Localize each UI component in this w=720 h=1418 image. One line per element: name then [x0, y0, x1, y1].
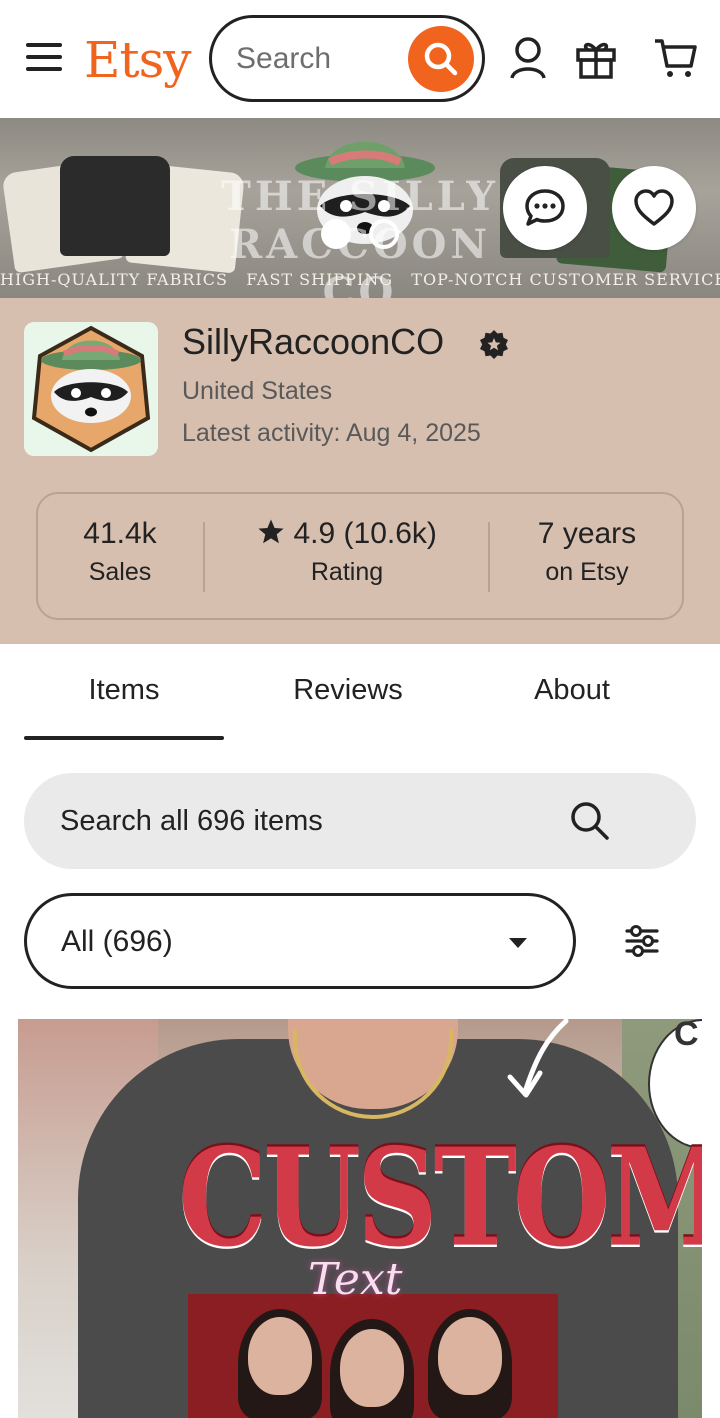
cart-icon	[655, 39, 697, 77]
stat-years: 7 years on Etsy	[490, 494, 684, 618]
menu-button[interactable]	[24, 41, 64, 75]
heart-icon	[634, 189, 674, 226]
listing-image-text-main: CUSTOM	[178, 1119, 702, 1277]
global-search-box[interactable]	[209, 15, 485, 102]
cart-button[interactable]	[652, 34, 700, 82]
carousel-dot-1[interactable]	[321, 219, 351, 249]
hamburger-menu-icon	[26, 43, 62, 47]
banner-shirt	[60, 156, 170, 256]
shop-latest-activity: Latest activity: Aug 4, 2025	[182, 419, 481, 447]
banner-title-line: THE SILLY	[221, 173, 499, 220]
stat-rating-value-row: 4.9 (10.6k)	[205, 514, 489, 554]
tab-about[interactable]: About	[472, 670, 672, 710]
listing-sticker-text: C	[674, 1019, 699, 1053]
listing-card-image[interactable]: C CUSTOM Text	[18, 1019, 702, 1418]
stat-sales-value: 41.4k	[83, 517, 157, 550]
stat-years-value: 7 years	[537, 517, 637, 550]
shop-logo-icon	[31, 325, 151, 453]
shop-item-search[interactable]	[24, 773, 696, 869]
stat-years-label: on Etsy	[545, 558, 629, 586]
caret-down-icon	[509, 938, 527, 948]
shop-stats-box: 41.4k Sales 4.9 (10.6k) Rating 7 years o…	[36, 492, 684, 620]
arrow-graphic	[507, 1019, 569, 1098]
category-select[interactable]: All (696)	[24, 893, 576, 989]
stat-rating-count: (10.6k)	[343, 517, 437, 550]
shop-location: United States	[182, 377, 333, 405]
shop-tabs: Items Reviews About	[0, 644, 720, 744]
favorite-shop-button[interactable]	[612, 166, 696, 250]
search-icon[interactable]	[568, 799, 612, 843]
filter-button[interactable]	[614, 916, 670, 966]
banner-tagline: HIGH-QUALITY FABRICS FAST SHIPPING TOP-N…	[0, 270, 720, 289]
etsy-logo[interactable]: Etsy	[84, 30, 191, 90]
stat-rating[interactable]: 4.9 (10.6k) Rating	[205, 494, 489, 618]
top-header: Etsy	[0, 0, 720, 118]
stat-sales: 41.4k Sales	[38, 494, 202, 618]
shop-avatar[interactable]	[24, 322, 158, 456]
search-icon	[424, 42, 458, 76]
chat-bubble-icon	[525, 189, 565, 226]
carousel-dot-2[interactable]	[369, 219, 399, 249]
sliders-icon	[625, 925, 659, 957]
listing-photo-face	[340, 1329, 404, 1407]
star-icon	[258, 519, 284, 544]
hamburger-line	[26, 55, 62, 59]
tab-items[interactable]: Items	[24, 670, 224, 710]
shop-info-section: SillyRaccoonCO United States Latest acti…	[0, 298, 720, 644]
star-seller-badge-icon[interactable]	[478, 329, 510, 361]
global-search-input[interactable]	[236, 38, 406, 80]
stat-sales-label: Sales	[88, 558, 152, 586]
user-icon	[510, 37, 546, 79]
listing-image-text-script: Text	[308, 1254, 403, 1305]
shop-item-search-input[interactable]	[60, 799, 560, 843]
account-button[interactable]	[504, 34, 552, 82]
tab-selected-indicator	[24, 736, 224, 740]
hamburger-line	[26, 67, 62, 71]
tab-reviews[interactable]: Reviews	[248, 670, 448, 710]
gift-button[interactable]	[572, 34, 620, 82]
gift-icon	[576, 42, 616, 79]
listing-photo-face	[438, 1317, 502, 1395]
message-shop-button[interactable]	[503, 166, 587, 250]
category-select-value: All (696)	[61, 925, 173, 958]
search-submit-button[interactable]	[408, 26, 474, 92]
stat-rating-label: Rating	[310, 558, 384, 586]
listing-photo-face	[248, 1317, 312, 1395]
stat-rating-value: 4.9	[293, 517, 336, 550]
shop-name: SillyRaccoonCO	[182, 321, 445, 362]
